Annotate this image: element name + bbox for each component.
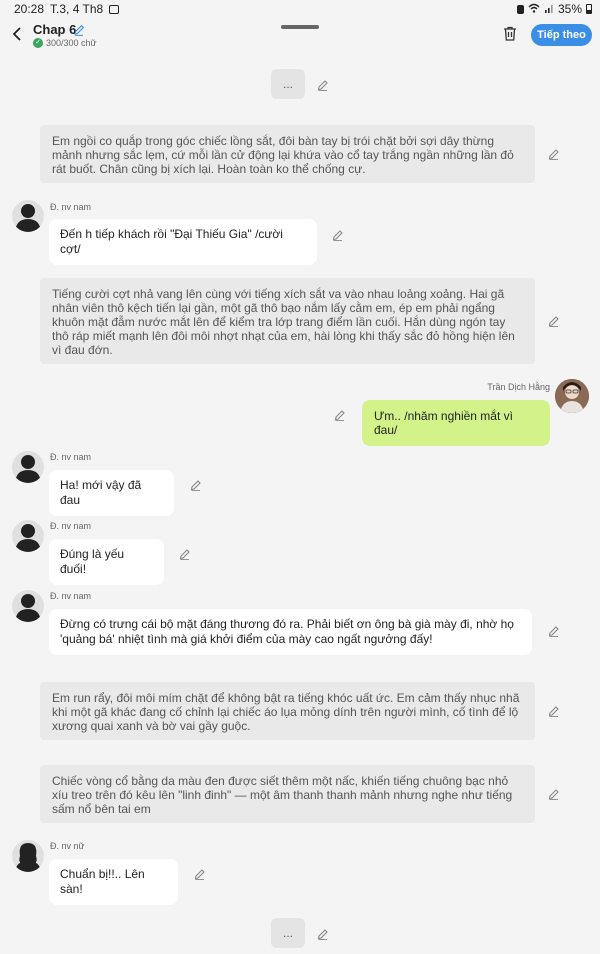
wifi-icon (528, 2, 540, 16)
pencil-icon[interactable] (190, 479, 202, 491)
pencil-icon[interactable] (548, 788, 560, 800)
chat-bubble: Chuẩn bị!!.. Lên sàn! (49, 859, 178, 905)
status-bar: 20:28 T.3, 4 Th8 35% (0, 0, 600, 18)
battery-text: 35% (557, 2, 582, 16)
chapter-title: Chap 6 (33, 22, 77, 37)
narration-4: Chiếc vòng cổ bằng da màu đen được siết … (40, 765, 535, 823)
pencil-icon[interactable] (548, 625, 560, 637)
pencil-icon[interactable] (317, 928, 329, 940)
date: T.3, 4 Th8 (50, 2, 104, 16)
narration-1: Em ngồi co quắp trong góc chiếc lồng sắt… (40, 125, 535, 183)
speaker-name: Đ. nv nam (50, 452, 92, 462)
my-chat-bubble: Ưm.. /nhăm nghiền mắt vì đau/ (362, 400, 550, 446)
speaker-name: Đ. nv nam (50, 591, 92, 601)
narration-2: Tiếng cười cợt nhả vang lên cùng với tiế… (40, 278, 535, 364)
my-avatar (555, 379, 589, 413)
trash-button[interactable] (503, 26, 517, 46)
narration-3: Em run rẩy, đôi môi mím chặt để không bậ… (40, 682, 535, 740)
ellipsis-bottom[interactable]: ... (271, 918, 305, 948)
chat-bubble: Ha! mới vậy đã đau (49, 470, 174, 516)
pencil-icon[interactable] (548, 705, 560, 717)
char-counter: ✓ 300/300 chữ (33, 38, 97, 48)
battery-icon (586, 4, 592, 14)
avatar-silhouette (12, 520, 44, 552)
trash-icon (504, 26, 516, 41)
avatar-silhouette (12, 590, 44, 622)
my-name: Trần Dịch Hằng (487, 382, 550, 392)
chat-bubble: Đừng có trưng cái bộ mặt đáng thương đó … (49, 609, 532, 655)
pencil-icon[interactable] (334, 409, 346, 421)
avatar-silhouette (12, 200, 44, 232)
gallery-icon (109, 4, 120, 14)
avatar-silhouette (12, 451, 44, 483)
pencil-icon[interactable] (332, 229, 344, 241)
back-button[interactable] (8, 24, 26, 44)
speaker-name: Đ. nv nam (50, 202, 92, 212)
pencil-icon[interactable] (317, 79, 329, 91)
alarm-icon (516, 4, 524, 14)
counter-text: 300/300 chữ (46, 38, 97, 48)
pencil-icon[interactable] (548, 148, 560, 160)
speaker-name: Đ. nv nữ (50, 841, 85, 851)
pencil-icon[interactable] (548, 315, 560, 327)
check-icon: ✓ (33, 38, 43, 48)
chevron-left-icon (12, 27, 21, 41)
chat-bubble: Đúng là yếu đuối! (49, 539, 164, 585)
speaker-name: Đ. nv nam (50, 521, 92, 531)
next-button[interactable]: Tiếp theo (531, 24, 592, 46)
clock: 20:28 (14, 2, 45, 16)
chat-bubble: Đến h tiếp khách rồi "Đại Thiếu Gia" /cư… (49, 219, 317, 265)
ellipsis-top[interactable]: ... (271, 69, 305, 99)
header: Chap 6 ✓ 300/300 chữ Tiếp theo (0, 18, 600, 54)
pencil-icon[interactable] (194, 868, 206, 880)
signal-icon (544, 2, 554, 16)
avatar-silhouette-female (12, 840, 44, 872)
pencil-icon[interactable] (179, 548, 191, 560)
